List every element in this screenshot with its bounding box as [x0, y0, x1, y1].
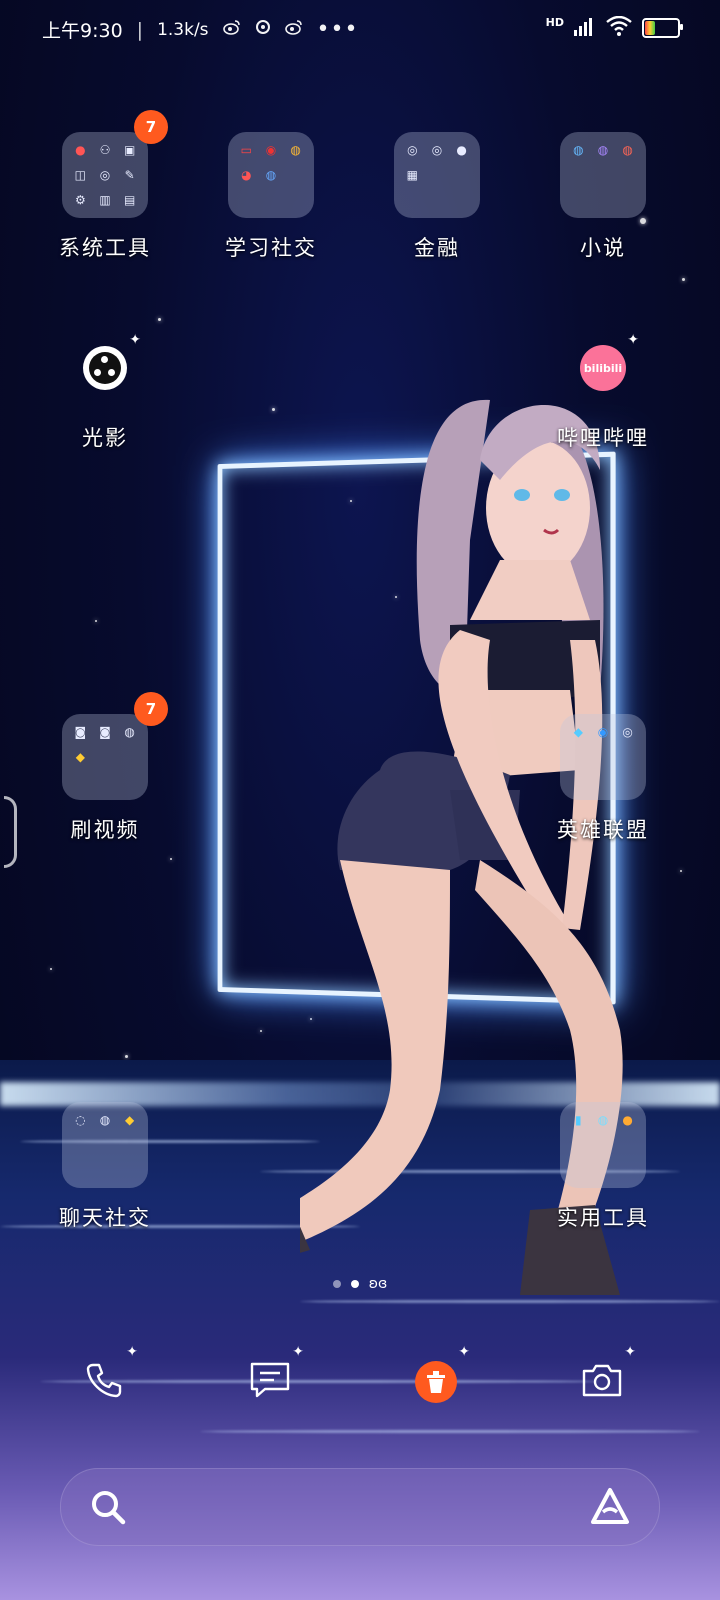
- folder-icon: ◎ ◎ ● ▦: [394, 132, 480, 218]
- folder-chat-social[interactable]: ◌ ◍ ◆ 聊天社交: [25, 1102, 185, 1232]
- dock-phone[interactable]: ✦: [74, 1344, 138, 1412]
- folder-icon: ◆ ◉ ◎: [560, 714, 646, 800]
- status-bar: 上午9:30 | 1.3k/s ••• HD: [0, 0, 720, 60]
- page-indicator[interactable]: ʚɞ: [0, 1276, 720, 1292]
- sparkle-icon: ✦: [627, 332, 639, 348]
- app-bilibili[interactable]: bilibili ✦ 哔哩哔哩: [523, 332, 683, 452]
- folder-utilities[interactable]: ▮ ◍ ● 实用工具: [523, 1102, 683, 1232]
- sparkle-icon: ✦: [126, 1344, 138, 1360]
- page-dot-active[interactable]: [350, 1280, 359, 1288]
- folder-short-video[interactable]: ◙ ◙ ◍ ◆ 7 刷视频: [25, 692, 185, 844]
- bilibili-icon: bilibili ✦: [579, 332, 639, 392]
- folder-novels[interactable]: ◍ ◍ ◍ 小说: [523, 132, 683, 262]
- sparkle-icon: ✦: [129, 332, 141, 348]
- status-time: 上午9:30: [42, 20, 123, 42]
- weibo-icon: [284, 19, 303, 40]
- assistant-icon[interactable]: [589, 1486, 631, 1528]
- folder-icon: ◙ ◙ ◍ ◆ 7: [62, 692, 168, 800]
- folder-icon: ▭ ◉ ◍ ◕ ◍: [228, 132, 314, 218]
- status-right: HD: [545, 15, 683, 40]
- guangying-icon: ✦: [81, 332, 141, 392]
- app-label: 刷视频: [70, 818, 140, 842]
- folder-study-social[interactable]: ▭ ◉ ◍ ◕ ◍ 学习社交: [191, 132, 351, 262]
- folder-icon: ▮ ◍ ●: [560, 1102, 646, 1188]
- dock-delete[interactable]: ✦: [406, 1344, 470, 1412]
- folder-icon: ◌ ◍ ◆: [62, 1102, 148, 1188]
- folder-finance[interactable]: ◎ ◎ ● ▦ 金融: [357, 132, 517, 262]
- folder-system-tools[interactable]: ● ⚇ ▣ ◫ ◎ ✎ ⚙ ▥ ▤ 7 系统工具: [25, 110, 185, 262]
- dock-messages[interactable]: ✦: [240, 1344, 304, 1412]
- app-guangying[interactable]: ✦ 光影: [25, 332, 185, 452]
- notification-badge: 7: [134, 692, 168, 726]
- sparkle-icon: ✦: [292, 1344, 304, 1360]
- app-label: 哔哩哔哩: [557, 426, 649, 450]
- folder-league-of-legends[interactable]: ◆ ◉ ◎ 英雄联盟: [523, 714, 683, 844]
- phone-icon: [85, 1361, 123, 1403]
- edge-panel-handle[interactable]: [4, 796, 17, 868]
- dock-camera[interactable]: ✦: [572, 1344, 636, 1412]
- app-label: 小说: [580, 236, 626, 260]
- delete-icon: [415, 1361, 457, 1403]
- dock: ✦ ✦ ✦ ✦: [0, 1344, 720, 1412]
- page-dot[interactable]: [332, 1280, 341, 1288]
- app-label: 系统工具: [59, 236, 151, 260]
- sparkle-icon: ✦: [624, 1344, 636, 1360]
- app-label: 学习社交: [225, 236, 317, 260]
- folder-icon: ◍ ◍ ◍: [560, 132, 646, 218]
- app-icon: [255, 19, 271, 40]
- butterfly-icon: ʚɞ: [368, 1276, 388, 1292]
- camera-icon: [581, 1362, 623, 1402]
- status-left: 上午9:30 | 1.3k/s •••: [42, 16, 358, 43]
- app-label: 实用工具: [557, 1206, 649, 1230]
- search-bar[interactable]: [60, 1468, 660, 1546]
- notification-badge: 7: [134, 110, 168, 144]
- weibo-icon: [222, 19, 241, 40]
- more-icon: •••: [316, 17, 359, 42]
- app-label: 金融: [414, 236, 460, 260]
- battery-fill: [645, 21, 656, 35]
- folder-icon: ● ⚇ ▣ ◫ ◎ ✎ ⚙ ▥ ▤ 7: [62, 110, 168, 218]
- app-label: 光影: [82, 426, 128, 450]
- messages-icon: [249, 1361, 291, 1403]
- network-speed: 1.3k/s: [157, 19, 209, 40]
- search-icon[interactable]: [89, 1488, 127, 1526]
- hd-label: HD: [545, 15, 564, 29]
- status-divider: |: [136, 18, 144, 41]
- sparkle-icon: ✦: [458, 1344, 470, 1360]
- app-label: 聊天社交: [59, 1206, 151, 1230]
- app-label: 英雄联盟: [557, 818, 649, 842]
- wifi-icon: [606, 15, 632, 40]
- battery-icon: [642, 18, 683, 38]
- signal-icon: [574, 16, 596, 40]
